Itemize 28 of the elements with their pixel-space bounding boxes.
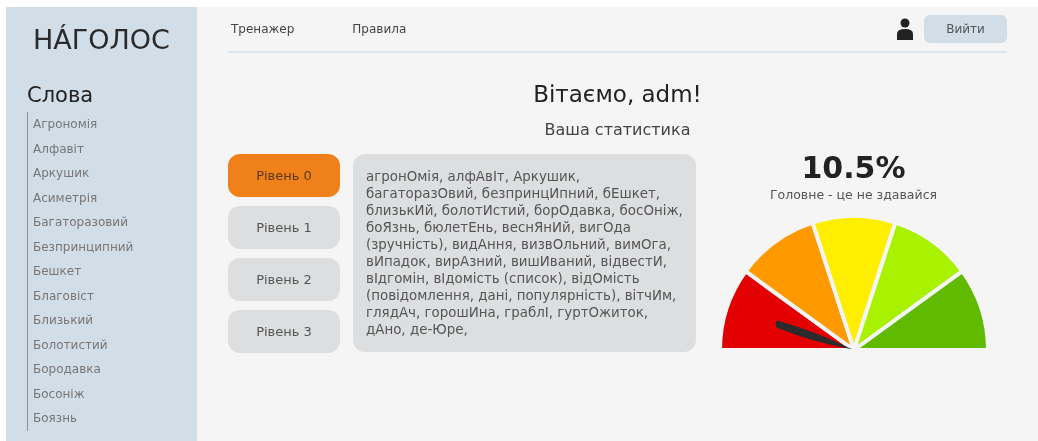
greeting: Вітаємо, adm! <box>533 80 702 109</box>
logout-button[interactable]: Вийти <box>924 15 1007 43</box>
subtitle: Ваша статистика <box>544 119 691 141</box>
sidebar-item[interactable]: Асиметрія <box>33 185 98 210</box>
sidebar-item[interactable]: Благовіст <box>33 283 94 308</box>
sidebar-item[interactable]: Боязнь <box>33 406 78 431</box>
sidebar-item[interactable]: Босоніж <box>33 381 85 406</box>
nav-link[interactable]: Правила <box>352 20 407 38</box>
user-icon[interactable] <box>897 18 913 40</box>
level-tab[interactable]: Рівень 0 <box>228 154 340 197</box>
level-tab[interactable]: Рівень 1 <box>228 206 340 249</box>
sidebar-item[interactable]: Бородавка <box>33 357 101 382</box>
sidebar-item[interactable]: Агрономія <box>33 112 98 137</box>
level-tab[interactable]: Рівень 2 <box>228 258 340 301</box>
sidebar-item[interactable]: Багаторазовий <box>33 210 128 235</box>
sidebar-title: Слова <box>27 82 94 108</box>
sidebar-item[interactable]: Аркушик <box>33 161 90 186</box>
sidebar-item[interactable]: Алфавіт <box>33 136 84 161</box>
word-list: агронОмія, алфАвІт, Аркушик, багаторазОвий, безпринцИпний, бЕшкет, близькИй, болотИстий, борОдавка, босОніж, боЯзнь, бюлетЕнь, веснЯнИй, вигОда (зручність), видАння, визвОльний, вимОга, вИпадок, вирАзний, вишИваний, відвестИ, вІдгомін, вІдомість (список), відОмість (повідомлення, дані, популярність), вітчИм, глядАч, горошИна, граблІ, гуртОжиток, дАно, де-Юре, <box>366 168 686 338</box>
sidebar-item[interactable]: Болотистий <box>33 332 108 357</box>
sidebar-item[interactable]: Бешкет <box>33 259 82 284</box>
sidebar-item[interactable]: Безпринципний <box>33 234 134 259</box>
percent-value: 10.5% <box>801 152 906 184</box>
nav-link[interactable]: Тренажер <box>231 20 295 38</box>
sidebar-item[interactable]: Близький <box>33 308 93 333</box>
level-tab[interactable]: Рівень 3 <box>228 310 340 353</box>
motivation-caption: Головне - це не здавайся <box>769 187 938 203</box>
logo: НÁГОЛОС <box>33 23 170 57</box>
